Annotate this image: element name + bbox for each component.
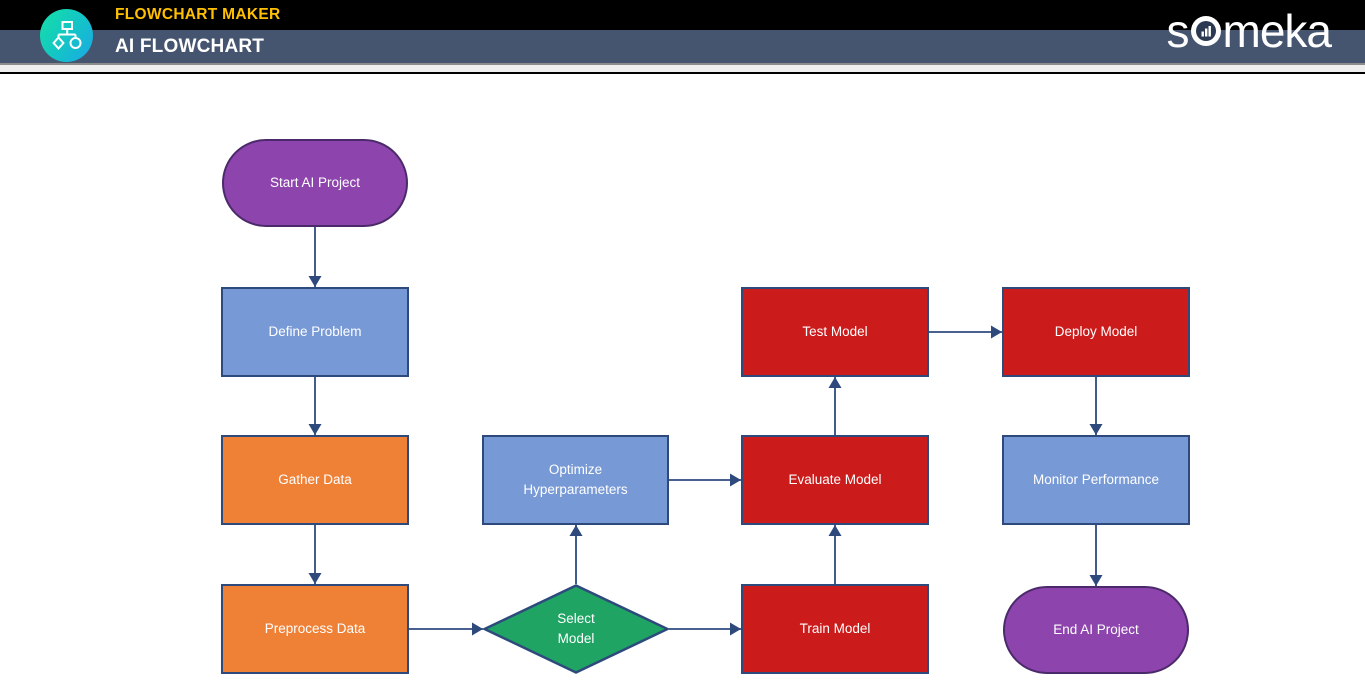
bar-chart-icon [1190, 16, 1221, 46]
someka-brand-logo: s meka [1166, 5, 1332, 57]
flowchart-app: FLOWCHART MAKER AI FLOWCHART s meka Start… [0, 0, 1365, 700]
flowchart-node-deploy[interactable]: Deploy Model [1002, 287, 1190, 377]
page-title: AI FLOWCHART [115, 36, 265, 57]
header-kicker: FLOWCHART MAKER [115, 6, 281, 23]
flowchart-node-label: Monitor Performance [1032, 472, 1160, 487]
flowchart-node-select[interactable]: Select Model [483, 584, 669, 674]
brand-text-before: s [1166, 5, 1190, 57]
flowchart-node-label: Select Model [557, 611, 595, 646]
flowchart-node-label: Gather Data [278, 472, 352, 487]
flowchart-node-label: Train Model [799, 621, 871, 636]
flowchart-node-gather[interactable]: Gather Data [221, 435, 409, 525]
flowchart-node-evaluate[interactable]: Evaluate Model [741, 435, 929, 525]
flowchart-node-optimize[interactable]: Optimize Hyperparameters [482, 435, 669, 525]
flowchart-node-label: Preprocess Data [264, 621, 366, 636]
flowchart-node-test[interactable]: Test Model [741, 287, 929, 377]
flowchart-node-define[interactable]: Define Problem [221, 287, 409, 377]
flowchart-logo-icon [40, 9, 93, 62]
flowchart-node-label: End AI Project [1053, 622, 1139, 637]
flowchart-node-preprocess[interactable]: Preprocess Data [221, 584, 409, 674]
flowchart-node-label: Test Model [802, 324, 868, 339]
flowchart-node-end[interactable]: End AI Project [1003, 586, 1189, 674]
flowchart-node-start[interactable]: Start AI Project [222, 139, 408, 227]
header-gray-strip [0, 65, 1365, 72]
brand-text-after: meka [1222, 5, 1332, 57]
flowchart-node-train[interactable]: Train Model [741, 584, 929, 674]
flowchart-canvas: Start AI Project Define Problem Gather Dat… [0, 74, 1365, 700]
flowchart-node-label: Deploy Model [1054, 324, 1138, 339]
flowchart-node-label: Start AI Project [269, 175, 361, 190]
flowchart-node-label: Optimize Hyperparameters [523, 462, 628, 497]
flowchart-node-monitor[interactable]: Monitor Performance [1002, 435, 1190, 525]
flowchart-node-label: Define Problem [268, 324, 362, 339]
flowchart-node-label: Evaluate Model [788, 472, 882, 487]
